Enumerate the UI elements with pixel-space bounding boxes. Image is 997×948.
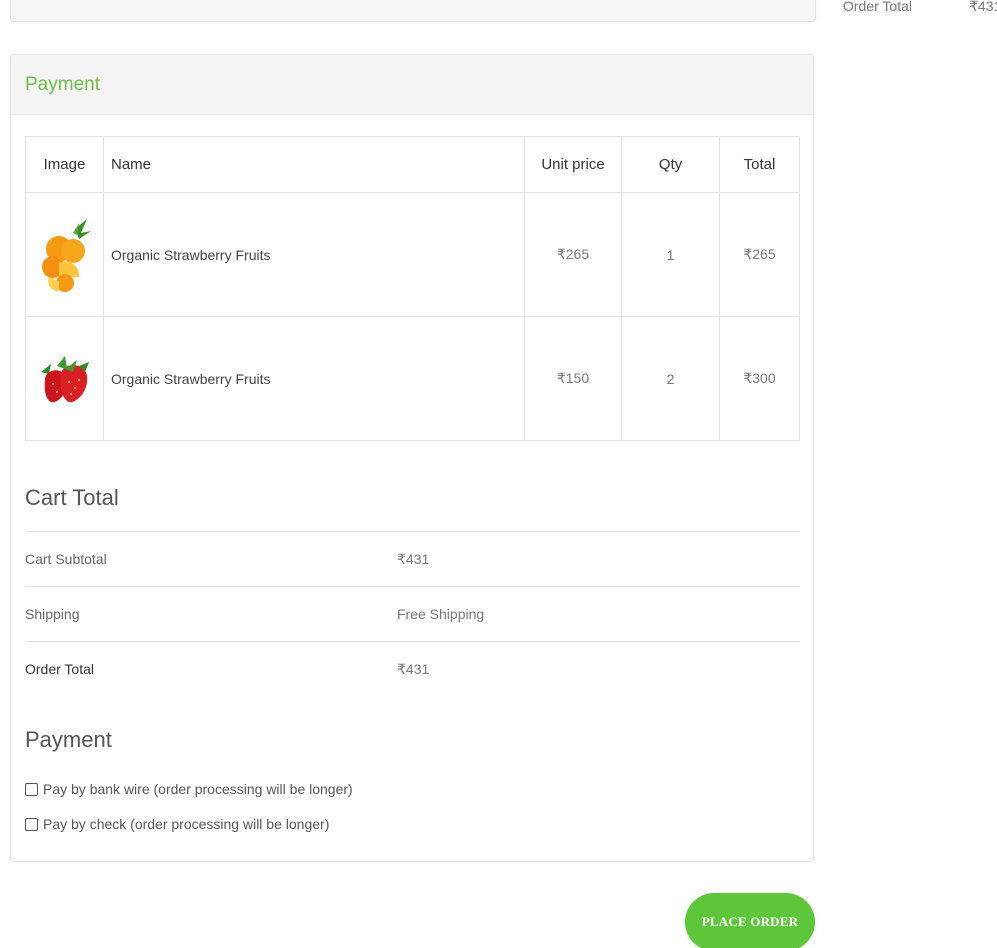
table-row: Organic Strawberry Fruits ₹150 2 ₹300 — [25, 316, 800, 441]
side-order-total-value: ₹431 — [969, 0, 997, 14]
previous-section-card — [10, 0, 816, 22]
product-unit-price: ₹265 — [524, 192, 622, 317]
cart-total-heading: Cart Total — [25, 485, 119, 510]
checkout-page: Order Total ₹431 Payment Image Name Unit… — [0, 0, 997, 948]
cart-subtotal-row: Cart Subtotal ₹431 — [25, 531, 800, 586]
payment-option-check[interactable]: Pay by check (order processing will be l… — [25, 816, 329, 832]
product-name[interactable]: Organic Strawberry Fruits — [103, 316, 525, 441]
cart-totals: Cart Subtotal ₹431 Shipping Free Shippin… — [25, 531, 800, 696]
product-unit-price: ₹150 — [524, 316, 622, 441]
orange-fruit-image[interactable] — [35, 215, 95, 295]
place-order-button[interactable]: PLACE ORDER — [685, 893, 815, 948]
payment-panel-header[interactable]: Payment — [11, 55, 813, 115]
bank-wire-label[interactable]: Pay by bank wire (order processing will … — [43, 781, 353, 797]
product-qty: 2 — [621, 316, 720, 441]
product-total: ₹300 — [719, 316, 800, 441]
bank-wire-checkbox[interactable] — [25, 782, 38, 796]
strawberry-fruit-image[interactable] — [35, 344, 95, 414]
cart-subtotal-value: ₹431 — [397, 551, 430, 567]
shipping-row: Shipping Free Shipping — [25, 586, 800, 641]
column-header-name: Name — [103, 136, 525, 193]
column-header-total: Total — [719, 136, 800, 193]
payment-option-bank-wire[interactable]: Pay by bank wire (order processing will … — [25, 781, 353, 797]
table-row: Organic Strawberry Fruits ₹265 1 ₹265 — [25, 192, 800, 317]
side-order-total-label: Order Total — [843, 0, 912, 14]
check-label[interactable]: Pay by check (order processing will be l… — [43, 816, 329, 832]
column-header-image: Image — [25, 136, 104, 193]
payment-panel: Payment Image Name Unit price Qty Total — [10, 54, 814, 862]
table-header-row: Image Name Unit price Qty Total — [25, 136, 800, 193]
side-order-summary: Order Total ₹431 — [843, 0, 997, 16]
cart-subtotal-label: Cart Subtotal — [25, 551, 107, 567]
order-total-label: Order Total — [25, 661, 94, 677]
order-total-value: ₹431 — [397, 661, 430, 677]
shipping-value: Free Shipping — [397, 606, 485, 622]
order-total-row: Order Total ₹431 — [25, 641, 800, 696]
product-name[interactable]: Organic Strawberry Fruits — [103, 192, 525, 317]
shipping-label: Shipping — [25, 606, 80, 622]
product-image-cell — [25, 316, 104, 441]
check-checkbox[interactable] — [25, 817, 38, 831]
product-qty: 1 — [621, 192, 720, 317]
product-image-cell — [25, 192, 104, 317]
payment-methods-heading: Payment — [25, 727, 112, 752]
order-items-table: Image Name Unit price Qty Total Organic … — [25, 136, 800, 441]
product-total: ₹265 — [719, 192, 800, 317]
column-header-unit-price: Unit price — [524, 136, 622, 193]
payment-panel-title: Payment — [25, 73, 100, 95]
column-header-qty: Qty — [621, 136, 720, 193]
